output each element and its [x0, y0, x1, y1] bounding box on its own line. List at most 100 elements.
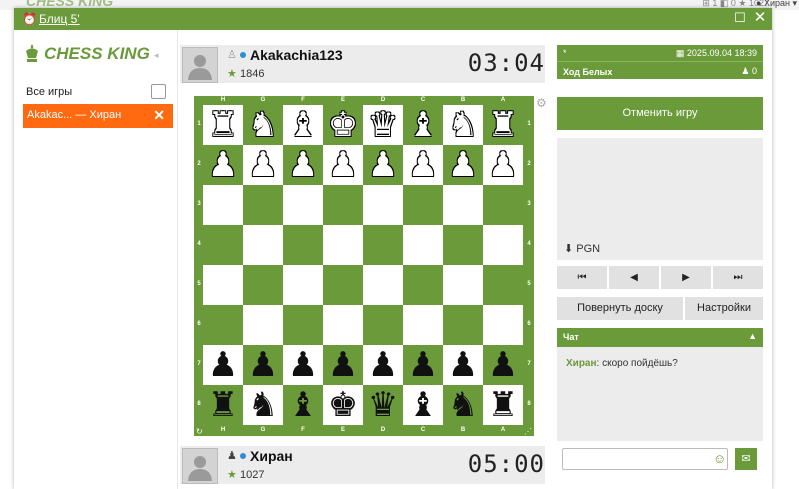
- white-piece[interactable]: ♞: [443, 105, 483, 145]
- board-square[interactable]: [283, 185, 323, 225]
- black-piece[interactable]: ♞: [243, 385, 283, 425]
- board-settings-gear-icon[interactable]: ⚙: [536, 96, 547, 110]
- collapse-sidebar-icon[interactable]: ◂: [154, 50, 159, 61]
- white-piece[interactable]: ♟: [403, 145, 443, 185]
- board-square[interactable]: [483, 305, 523, 345]
- white-piece[interactable]: ♟: [203, 145, 243, 185]
- black-piece[interactable]: ♟: [403, 345, 443, 385]
- board-square[interactable]: [323, 265, 363, 305]
- close-game-tab-icon[interactable]: ✕: [153, 107, 165, 124]
- last-move-button[interactable]: ⏭: [713, 266, 763, 289]
- board-square[interactable]: [443, 225, 483, 265]
- chat-header[interactable]: Чат ▲: [557, 328, 763, 347]
- cancel-game-button[interactable]: Отменить игру: [557, 97, 763, 130]
- file-label: C: [420, 427, 426, 433]
- board-square[interactable]: [483, 265, 523, 305]
- chat-collapse-icon[interactable]: ▲: [748, 331, 757, 341]
- black-piece[interactable]: ♞: [443, 385, 483, 425]
- bottom-player-clock: 05:00: [467, 450, 545, 478]
- white-piece[interactable]: ♜: [483, 105, 523, 145]
- settings-button[interactable]: Настройки: [685, 297, 763, 320]
- next-move-button[interactable]: ▶: [661, 266, 711, 289]
- window-titlebar[interactable]: ⏰ Блиц 5' ☐ ✕: [14, 8, 772, 30]
- all-games-checkbox[interactable]: [151, 84, 166, 99]
- white-piece[interactable]: ♝: [403, 105, 443, 145]
- board-square[interactable]: [443, 265, 483, 305]
- first-move-button[interactable]: ⏮: [557, 266, 607, 289]
- board-square[interactable]: [243, 265, 283, 305]
- board-square[interactable]: [443, 185, 483, 225]
- board-squares[interactable]: ♜ ♞ ♝ ♚ ♛ ♝ ♞ ♜ ♟ ♟ ♟ ♟ ♟ ♟ ♟ ♟ ♟ ♟ ♟ ♟ ♟ ♟ ♟ ♟ ♜ ♞ ♝ ♚ ♛ ♝ ♞ ♜: [203, 105, 523, 425]
- white-piece[interactable]: ♛: [363, 105, 403, 145]
- board-square[interactable]: [363, 185, 403, 225]
- board-square[interactable]: [403, 185, 443, 225]
- board-square[interactable]: [363, 225, 403, 265]
- board-square[interactable]: [323, 305, 363, 345]
- pgn-download-link[interactable]: ⬇ PGN: [564, 242, 600, 255]
- board-square[interactable]: [203, 305, 243, 345]
- board-rotate-icon[interactable]: ↻: [196, 427, 203, 436]
- info-divider: [557, 61, 763, 62]
- white-piece[interactable]: ♜: [203, 105, 243, 145]
- send-message-button[interactable]: ✉: [735, 448, 757, 470]
- board-square[interactable]: [403, 225, 443, 265]
- white-piece[interactable]: ♟: [283, 145, 323, 185]
- rank-label: 2: [527, 161, 531, 167]
- black-piece[interactable]: ♜: [203, 385, 243, 425]
- flip-board-button[interactable]: Повернуть доску: [557, 297, 683, 320]
- board-square[interactable]: [403, 265, 443, 305]
- white-piece[interactable]: ♚: [323, 105, 363, 145]
- window-title[interactable]: Блиц 5': [39, 12, 80, 26]
- board-square[interactable]: [243, 305, 283, 345]
- board-square[interactable]: [483, 185, 523, 225]
- board-square[interactable]: [283, 265, 323, 305]
- emoji-smile-icon[interactable]: ☺: [713, 451, 726, 466]
- board-square[interactable]: [243, 185, 283, 225]
- previous-move-button[interactable]: ◀: [609, 266, 659, 289]
- chat-input[interactable]: [562, 448, 728, 470]
- moves-list[interactable]: ⬇ PGN: [557, 138, 763, 260]
- black-piece[interactable]: ♝: [403, 385, 443, 425]
- avatar[interactable]: [182, 448, 218, 484]
- top-player-name[interactable]: Akakachia123: [250, 47, 343, 63]
- black-piece[interactable]: ♛: [363, 385, 403, 425]
- board-square[interactable]: [203, 265, 243, 305]
- white-piece[interactable]: ♟: [443, 145, 483, 185]
- board-square[interactable]: [323, 185, 363, 225]
- white-piece[interactable]: ♟: [483, 145, 523, 185]
- board-square[interactable]: [443, 305, 483, 345]
- black-piece[interactable]: ♟: [283, 345, 323, 385]
- active-game-tab[interactable]: Akakac... — Хиран ✕: [23, 104, 173, 128]
- board-square[interactable]: [283, 225, 323, 265]
- black-piece[interactable]: ♜: [483, 385, 523, 425]
- board-resize-handle-icon[interactable]: ⋰: [524, 427, 532, 436]
- black-piece[interactable]: ♟: [483, 345, 523, 385]
- board-square[interactable]: [203, 185, 243, 225]
- black-piece[interactable]: ♟: [323, 345, 363, 385]
- board-square[interactable]: [203, 225, 243, 265]
- black-piece[interactable]: ♝: [283, 385, 323, 425]
- white-piece[interactable]: ♝: [283, 105, 323, 145]
- file-label: B: [460, 427, 466, 433]
- board-square[interactable]: [363, 305, 403, 345]
- close-window-button[interactable]: ✕: [752, 10, 768, 26]
- white-piece[interactable]: ♟: [363, 145, 403, 185]
- maximize-button[interactable]: ☐: [732, 10, 748, 26]
- white-piece[interactable]: ♟: [323, 145, 363, 185]
- black-piece[interactable]: ♟: [363, 345, 403, 385]
- board-square[interactable]: [363, 265, 403, 305]
- black-piece[interactable]: ♟: [243, 345, 283, 385]
- white-piece[interactable]: ♟: [243, 145, 283, 185]
- board-square[interactable]: [403, 305, 443, 345]
- board-square[interactable]: [323, 225, 363, 265]
- white-piece[interactable]: ♞: [243, 105, 283, 145]
- board-square[interactable]: [243, 225, 283, 265]
- black-piece[interactable]: ♟: [203, 345, 243, 385]
- black-piece[interactable]: ♟: [443, 345, 483, 385]
- avatar[interactable]: [182, 47, 218, 83]
- board-square[interactable]: [483, 225, 523, 265]
- chess-board[interactable]: ♜ ♞ ♝ ♚ ♛ ♝ ♞ ♜ ♟ ♟ ♟ ♟ ♟ ♟ ♟ ♟ ♟ ♟ ♟ ♟ ♟ ♟ ♟ ♟ ♜ ♞ ♝ ♚ ♛ ♝ ♞ ♜ HHGGFFE…: [194, 96, 534, 436]
- black-piece[interactable]: ♚: [323, 385, 363, 425]
- bottom-player-name[interactable]: Хиран: [250, 448, 293, 464]
- board-square[interactable]: [283, 305, 323, 345]
